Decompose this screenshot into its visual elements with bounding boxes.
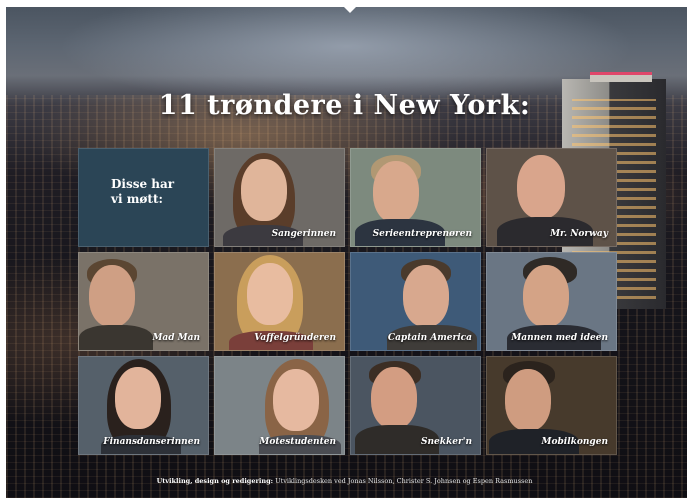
- person-name: Sangerinnen: [271, 229, 336, 239]
- person-name: Mr. Norway: [550, 229, 608, 239]
- person-card[interactable]: Sangerinnen: [214, 148, 345, 247]
- page-title: 11 trøndere i New York:: [158, 90, 531, 121]
- person-name: Mobilkongen: [541, 437, 608, 447]
- person-name: Finansdanserinnen: [103, 437, 200, 447]
- person-name: Serieentreprenøren: [372, 229, 472, 239]
- person-card[interactable]: Captain America: [350, 252, 481, 351]
- person-card[interactable]: Snekker'n: [350, 356, 481, 455]
- intro-line-2: vi møtt:: [111, 192, 163, 206]
- person-card[interactable]: Mannen med ideen: [486, 252, 617, 351]
- person-card[interactable]: Serieentreprenøren: [350, 148, 481, 247]
- person-card[interactable]: Motestudenten: [214, 356, 345, 455]
- person-card[interactable]: Vaffelgründeren: [214, 252, 345, 351]
- person-card[interactable]: Mad Man: [78, 252, 209, 351]
- credits-label: Utvikling, design og redigering:: [156, 477, 274, 485]
- person-name: Mannen med ideen: [511, 333, 608, 343]
- people-grid: Disse har vi møtt: Sangerinnen Serieentr…: [78, 148, 618, 458]
- person-card[interactable]: Finansdanserinnen: [78, 356, 209, 455]
- intro-line-1: Disse har: [111, 177, 175, 191]
- credits-text: Utviklingsdesken ved Jonas Nilsson, Chri…: [275, 477, 533, 485]
- person-name: Captain America: [387, 333, 472, 343]
- person-card[interactable]: Mr. Norway: [486, 148, 617, 247]
- person-name: Vaffelgründeren: [254, 333, 336, 343]
- intro-card: Disse har vi møtt:: [78, 148, 209, 247]
- person-name: Snekker'n: [420, 437, 472, 447]
- skyscraper-roof: [590, 72, 652, 82]
- scroll-notch-icon: [337, 0, 363, 13]
- person-name: Motestudenten: [259, 437, 336, 447]
- person-card[interactable]: Mobilkongen: [486, 356, 617, 455]
- person-name: Mad Man: [152, 333, 200, 343]
- credits: Utvikling, design og redigering: Utvikli…: [0, 477, 689, 485]
